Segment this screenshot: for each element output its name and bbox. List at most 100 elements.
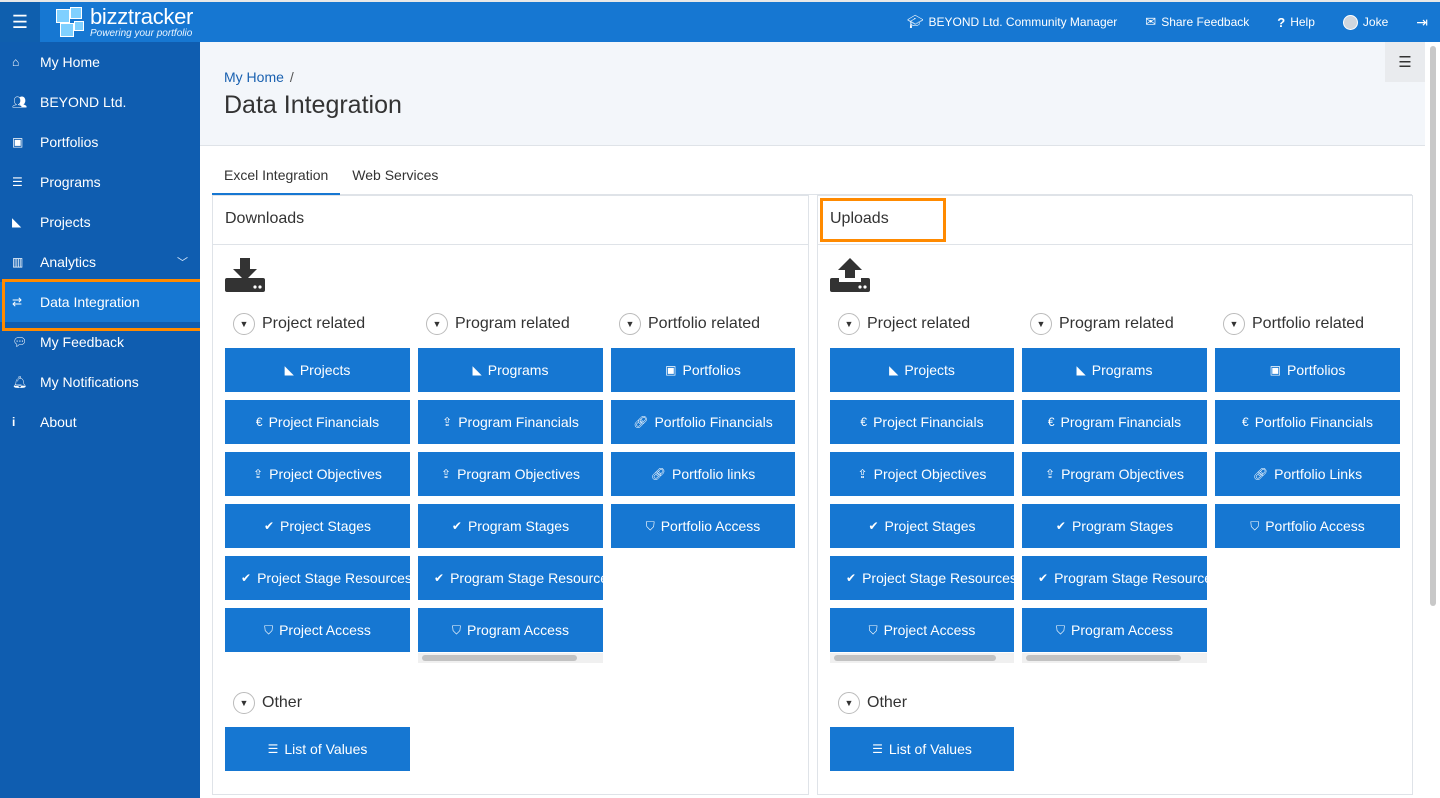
breadcrumb: My Home / bbox=[224, 69, 1425, 85]
scrollbar-thumb[interactable] bbox=[1430, 46, 1436, 606]
portfolio-related-group[interactable]: ▼ Portfolio related bbox=[1223, 313, 1364, 335]
link-icon: 🔗︎ bbox=[1252, 467, 1269, 481]
download-program-stage-resources-button[interactable]: ✔ Program Stage Resources bbox=[418, 556, 603, 600]
options-menu-icon[interactable]: ☰ bbox=[1385, 42, 1425, 82]
logo-mark bbox=[52, 5, 88, 39]
sidebar-item-analytics[interactable]: ▥ Analytics ﹀ bbox=[0, 242, 200, 282]
download-program-financials-button[interactable]: ⇪ Program Financials bbox=[418, 400, 603, 444]
share-feedback-link[interactable]: ✉ Share Feedback bbox=[1145, 14, 1249, 30]
project-column-scrollbar[interactable] bbox=[830, 653, 1014, 663]
scrollbar-thumb[interactable] bbox=[422, 655, 577, 661]
download-portfolio-access-button[interactable]: ⛉ Portfolio Access bbox=[611, 504, 795, 548]
download-program-objectives-button[interactable]: ⇪ Program Objectives bbox=[418, 452, 603, 496]
upload-list-of-values-button[interactable]: ☰ List of Values bbox=[830, 727, 1014, 771]
upload-program-financials-button[interactable]: € Program Financials bbox=[1022, 400, 1207, 444]
upload-icon: ⇪ bbox=[253, 467, 264, 481]
button-label: Project Financials bbox=[873, 414, 984, 430]
tab-excel-integration[interactable]: Excel Integration bbox=[212, 160, 341, 195]
upload-project-stages-button[interactable]: ✔ Project Stages bbox=[830, 504, 1014, 548]
sidebar-item-my-notifications[interactable]: 🔔︎ My Notifications bbox=[0, 362, 200, 402]
page-title: Data Integration bbox=[224, 91, 402, 119]
download-project-financials-button[interactable]: € Project Financials bbox=[225, 400, 410, 444]
upload-portfolio-access-button[interactable]: ⛉ Portfolio Access bbox=[1215, 504, 1400, 548]
button-label: Programs bbox=[487, 362, 549, 378]
project-related-group[interactable]: ▼ Project related bbox=[838, 313, 970, 335]
upload-portfolios-button[interactable]: ▣ Portfolios bbox=[1215, 348, 1400, 392]
upload-portfolio-financials-button[interactable]: € Portfolio Financials bbox=[1215, 400, 1400, 444]
breadcrumb-home-link[interactable]: My Home bbox=[224, 69, 284, 85]
program-related-group[interactable]: ▼ Program related bbox=[426, 313, 570, 335]
button-label: Program Stage Resources bbox=[450, 570, 603, 586]
upload-project-financials-button[interactable]: € Project Financials bbox=[830, 400, 1014, 444]
upload-program-objectives-button[interactable]: ⇪ Program Objectives bbox=[1022, 452, 1207, 496]
sidebar-item-portfolios[interactable]: ▣ Portfolios bbox=[0, 122, 200, 162]
upload-portfolio-links-button[interactable]: 🔗︎ Portfolio Links bbox=[1215, 452, 1400, 496]
project-related-group[interactable]: ▼ Project related bbox=[233, 313, 365, 335]
button-label: Program Stages bbox=[1071, 518, 1174, 534]
program-related-group[interactable]: ▼ Program related bbox=[1030, 313, 1174, 335]
sidebar-item-data-integration[interactable]: ⇄ Data Integration bbox=[0, 279, 203, 331]
sidebar-item-programs[interactable]: ☰ Programs bbox=[0, 162, 200, 202]
group-label: Program related bbox=[1059, 315, 1174, 332]
page-scrollbar[interactable] bbox=[1428, 42, 1438, 606]
download-program-access-button[interactable]: ⛉ Program Access bbox=[418, 608, 603, 652]
check-icon: ✔ bbox=[263, 519, 274, 533]
program-column-scrollbar[interactable] bbox=[1022, 653, 1207, 663]
download-project-stages-button[interactable]: ✔ Project Stages bbox=[225, 504, 410, 548]
user-menu[interactable]: Joke bbox=[1342, 14, 1388, 30]
caret-down-icon: ▼ bbox=[1030, 313, 1052, 335]
other-group[interactable]: ▼ Other bbox=[838, 692, 907, 714]
download-projects-button[interactable]: ◣ Projects bbox=[225, 348, 410, 392]
app-logo[interactable]: bizztracker Powering your portfolio bbox=[52, 4, 193, 40]
community-manager-link[interactable]: 🎓︎ BEYOND Ltd. Community Manager bbox=[907, 14, 1117, 30]
breadcrumb-separator: / bbox=[289, 69, 294, 85]
button-label: Program Objectives bbox=[1061, 466, 1184, 482]
button-label: Portfolio Financials bbox=[1254, 414, 1373, 430]
shield-icon: ⛉ bbox=[264, 622, 274, 637]
euro-icon: € bbox=[860, 415, 868, 429]
help-link[interactable]: ? Help bbox=[1277, 15, 1315, 30]
upload-icon bbox=[830, 258, 870, 292]
portfolio-related-group[interactable]: ▼ Portfolio related bbox=[619, 313, 760, 335]
home-icon: ⌂ bbox=[12, 55, 20, 69]
upload-project-access-button[interactable]: ⛉ Project Access bbox=[830, 608, 1014, 652]
sidebar-item-my-feedback[interactable]: 💬︎ My Feedback bbox=[0, 322, 200, 362]
scrollbar-thumb[interactable] bbox=[1026, 655, 1181, 661]
tab-web-services[interactable]: Web Services bbox=[340, 160, 450, 195]
sidebar-item-my-home[interactable]: ⌂ My Home bbox=[0, 42, 200, 82]
hamburger-menu-icon[interactable]: ☰ bbox=[0, 2, 40, 42]
upload-programs-button[interactable]: ◣ Programs bbox=[1022, 348, 1207, 392]
upload-project-objectives-button[interactable]: ⇪ Project Objectives bbox=[830, 452, 1014, 496]
sidebar-item-about[interactable]: i About bbox=[0, 402, 200, 442]
download-project-stage-resources-button[interactable]: ✔ Project Stage Resources bbox=[225, 556, 410, 600]
group-label: Other bbox=[262, 694, 303, 711]
program-column-scrollbar[interactable] bbox=[418, 653, 603, 663]
shield-icon: ⛉ bbox=[452, 622, 462, 637]
button-label: Projects bbox=[299, 362, 351, 378]
download-program-stages-button[interactable]: ✔ Program Stages bbox=[418, 504, 603, 548]
other-group[interactable]: ▼ Other bbox=[233, 692, 302, 714]
sidebar-item-beyond[interactable]: 👥︎ BEYOND Ltd. bbox=[0, 82, 200, 122]
upload-program-stage-resources-button[interactable]: ✔ Program Stage Resources bbox=[1022, 556, 1207, 600]
download-list-of-values-button[interactable]: ☰ List of Values bbox=[225, 727, 410, 771]
logout-icon[interactable]: ⇥ bbox=[1416, 14, 1428, 31]
download-project-objectives-button[interactable]: ⇪ Project Objectives bbox=[225, 452, 410, 496]
question-icon: ? bbox=[1277, 14, 1286, 30]
upload-program-stages-button[interactable]: ✔ Program Stages bbox=[1022, 504, 1207, 548]
download-project-access-button[interactable]: ⛉ Project Access bbox=[225, 608, 410, 652]
upload-project-stage-resources-button[interactable]: ✔ Project Stage Resources bbox=[830, 556, 1014, 600]
scrollbar-thumb[interactable] bbox=[834, 655, 996, 661]
envelope-icon: ✉ bbox=[1145, 14, 1157, 29]
download-portfolio-financials-button[interactable]: 🔗︎ Portfolio Financials bbox=[611, 400, 795, 444]
tab-bar: Excel Integration Web Services bbox=[212, 160, 1412, 195]
button-label: Portfolio Financials bbox=[654, 414, 773, 430]
download-portfolio-links-button[interactable]: 🔗︎ Portfolio links bbox=[611, 452, 795, 496]
button-label: Project Stages bbox=[884, 518, 976, 534]
download-programs-button[interactable]: ◣ Programs bbox=[418, 348, 603, 392]
download-icon bbox=[225, 258, 265, 292]
download-portfolios-button[interactable]: ▣ Portfolios bbox=[611, 348, 795, 392]
upload-program-access-button[interactable]: ⛉ Program Access bbox=[1022, 608, 1207, 652]
sidebar-item-projects[interactable]: ◣ Projects bbox=[0, 202, 200, 242]
euro-icon: € bbox=[1242, 415, 1249, 429]
upload-projects-button[interactable]: ◣ Projects bbox=[830, 348, 1014, 392]
